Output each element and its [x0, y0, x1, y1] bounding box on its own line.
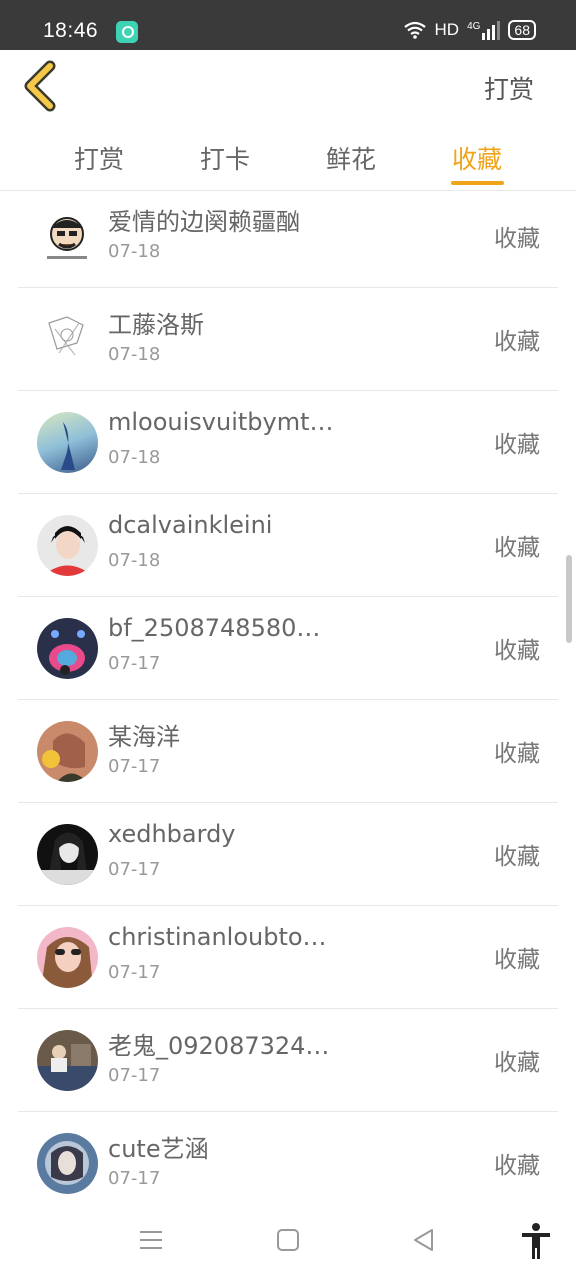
wifi-icon	[403, 21, 426, 39]
signal-label: 4G	[467, 20, 481, 32]
favorite-label: 收藏	[494, 1050, 540, 1076]
header: 打赏	[0, 50, 576, 122]
avatar	[37, 309, 98, 370]
user-name: 某海洋	[108, 723, 180, 751]
item-date: 07-17	[108, 756, 161, 777]
accessibility-icon[interactable]	[520, 1222, 552, 1260]
system-nav-bar	[0, 1209, 576, 1280]
user-name: xedhbardy	[108, 820, 236, 848]
favorite-label: 收藏	[494, 1153, 540, 1179]
battery-icon: 68	[508, 20, 536, 40]
list-item[interactable]: cute艺涵 07-17 收藏	[18, 1112, 558, 1209]
user-name: 爱情的边阕赖疆酗	[108, 208, 300, 236]
favorite-label: 收藏	[494, 432, 540, 458]
favorite-label: 收藏	[494, 638, 540, 664]
avatar	[37, 824, 98, 885]
scrollbar-thumb[interactable]	[566, 555, 572, 643]
item-date: 07-18	[108, 550, 161, 571]
favorites-list[interactable]: 爱情的边阕赖疆酗 07-18 收藏 工藤洛斯 07-18 收藏 mloouisv…	[0, 191, 576, 1209]
avatar	[37, 1133, 98, 1194]
item-date: 07-17	[108, 859, 161, 880]
back-button[interactable]	[20, 60, 68, 112]
item-date: 07-17	[108, 653, 161, 674]
avatar	[37, 1030, 98, 1091]
avatar	[37, 618, 98, 679]
user-name: mloouisvuitbymt…	[108, 408, 334, 436]
avatar	[37, 206, 98, 267]
user-name: bf_2508748580…	[108, 614, 321, 642]
tab-flowers[interactable]: 鲜花	[301, 140, 401, 176]
home-icon[interactable]	[276, 1227, 300, 1253]
avatar	[37, 721, 98, 782]
favorite-label: 收藏	[494, 844, 540, 870]
back-triangle-icon[interactable]	[412, 1227, 436, 1253]
favorite-label: 收藏	[494, 947, 540, 973]
list-item[interactable]: mloouisvuitbymt… 07-18 收藏	[18, 391, 558, 494]
menu-icon[interactable]	[139, 1227, 163, 1253]
item-date: 07-17	[108, 1168, 161, 1189]
user-name: dcalvainkleini	[108, 511, 273, 539]
tab-favorites[interactable]: 收藏	[427, 140, 527, 176]
status-time: 18:46	[43, 19, 99, 42]
item-date: 07-18	[108, 447, 161, 468]
favorite-label: 收藏	[494, 329, 540, 355]
item-date: 07-17	[108, 1065, 161, 1086]
reward-button[interactable]: 打赏	[484, 70, 534, 106]
item-date: 07-18	[108, 344, 161, 365]
chevron-left-icon	[24, 60, 56, 112]
status-indicators: HD 4G 68	[403, 20, 536, 40]
list-item[interactable]: xedhbardy 07-17 收藏	[18, 803, 558, 906]
list-item[interactable]: 爱情的边阕赖疆酗 07-18 收藏	[18, 191, 558, 288]
avatar	[37, 515, 98, 576]
list-item[interactable]: dcalvainkleini 07-18 收藏	[18, 494, 558, 597]
avatar	[37, 927, 98, 988]
user-name: 工藤洛斯	[108, 311, 204, 339]
user-name: cute艺涵	[108, 1135, 209, 1163]
avatar	[37, 412, 98, 473]
list-item[interactable]: 某海洋 07-17 收藏	[18, 700, 558, 803]
signal-icon: 4G	[467, 20, 501, 40]
tab-reward[interactable]: 打赏	[49, 140, 149, 176]
favorite-label: 收藏	[494, 535, 540, 561]
tab-bar: 打赏 打卡 鲜花 收藏	[0, 122, 576, 191]
active-tab-indicator	[451, 181, 504, 185]
favorite-label: 收藏	[494, 741, 540, 767]
favorite-label: 收藏	[494, 226, 540, 252]
list-item[interactable]: christinanloubto… 07-17 收藏	[18, 906, 558, 1009]
app-notification-icon	[116, 21, 138, 43]
user-name: christinanloubto…	[108, 923, 327, 951]
user-name: 老鬼_092087324…	[108, 1032, 330, 1060]
network-type: HD	[434, 20, 460, 39]
list-item[interactable]: bf_2508748580… 07-17 收藏	[18, 597, 558, 700]
item-date: 07-18	[108, 241, 161, 262]
tab-checkin[interactable]: 打卡	[175, 140, 275, 176]
list-item[interactable]: 老鬼_092087324… 07-17 收藏	[18, 1009, 558, 1112]
list-item[interactable]: 工藤洛斯 07-18 收藏	[18, 288, 558, 391]
status-bar: 18:46 HD 4G 68	[0, 0, 576, 50]
item-date: 07-17	[108, 962, 161, 983]
